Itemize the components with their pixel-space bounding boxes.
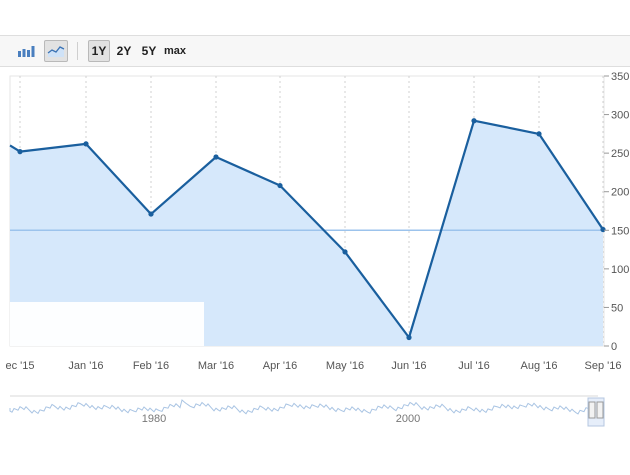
x-tick-label-3: Mar '16 — [198, 360, 234, 372]
y-tick-label-2: 100 — [611, 264, 629, 276]
redaction-mask — [10, 302, 204, 346]
y-tick-label-4: 200 — [611, 187, 629, 199]
data-point-2 — [148, 211, 154, 217]
data-point-9 — [600, 226, 606, 233]
navigator-label-1: 2000 — [396, 413, 420, 425]
x-tick-label-7: Jul '16 — [458, 360, 489, 372]
navigator-label-0: 1980 — [142, 413, 166, 425]
x-tick-label-8: Aug '16 — [521, 360, 558, 372]
navigator-handle-left[interactable] — [588, 401, 596, 419]
y-tick-label-0: 0 — [611, 341, 617, 353]
data-point-6 — [406, 334, 412, 341]
y-tick-label-5: 250 — [611, 148, 629, 160]
y-tick-label-6: 300 — [611, 110, 629, 122]
x-tick-label-2: Feb '16 — [133, 360, 169, 372]
x-tick-label-6: Jun '16 — [391, 360, 426, 372]
y-tick-label-3: 150 — [611, 225, 629, 237]
x-tick-label-4: Apr '16 — [263, 360, 298, 372]
x-tick-label-5: May '16 — [326, 360, 364, 372]
x-tick-label-1: Jan '16 — [68, 360, 103, 372]
data-point-7 — [471, 118, 477, 124]
x-tick-label-0: ec '15 — [5, 360, 34, 372]
data-point-0 — [17, 149, 23, 155]
x-tick-label-9: Sep '16 — [585, 360, 622, 372]
y-tick-label-7: 350 — [611, 71, 629, 83]
data-point-3 — [213, 154, 219, 160]
navigator-trace — [9, 399, 597, 415]
data-point-8 — [536, 131, 542, 137]
range-navigator[interactable]: 1980 2000 — [0, 392, 630, 432]
data-point-1 — [83, 141, 89, 147]
data-point-5 — [342, 249, 348, 255]
navigator-handle-right[interactable] — [596, 401, 604, 419]
y-tick-label-1: 50 — [611, 302, 623, 314]
data-point-4 — [277, 182, 283, 189]
